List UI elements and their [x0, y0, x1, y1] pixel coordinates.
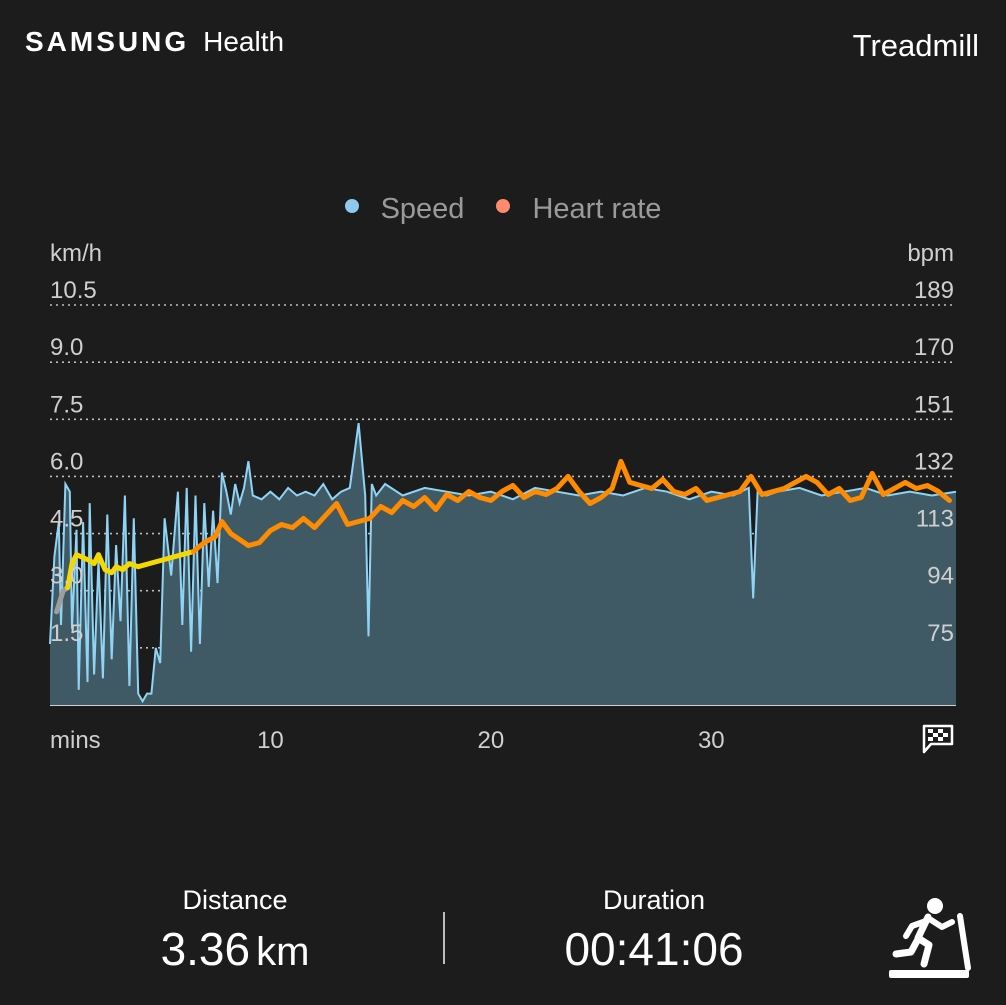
speed-area-fill: [50, 423, 956, 705]
x-tick-label: 20: [478, 727, 505, 754]
x-axis-unit: mins: [50, 727, 101, 754]
brand-samsung: SAMSUNG: [25, 26, 190, 57]
left-tick-label: 6.0: [50, 448, 83, 475]
distance-value-row: 3.36 km: [95, 922, 375, 976]
right-tick-label: 151: [914, 391, 954, 418]
x-tick-label: 30: [698, 727, 725, 754]
legend-speed: Speed: [344, 193, 465, 226]
brand-health: Health: [203, 26, 285, 57]
right-tick-label: 189: [914, 277, 954, 304]
left-tick-label: 3.0: [50, 563, 83, 590]
right-tick-label: 113: [916, 506, 954, 533]
chart-legend: Speed Heart rate: [0, 193, 1006, 226]
legend-heart-rate-label: Heart rate: [532, 193, 662, 225]
left-tick-label: 7.5: [50, 391, 83, 418]
summary-divider: [443, 912, 445, 964]
finish-flag-icon: [922, 724, 954, 754]
treadmill-icon: [889, 898, 971, 978]
duration-label: Duration: [602, 885, 706, 915]
activity-type: Treadmill: [852, 28, 979, 63]
duration-summary: Duration 00:41:06: [514, 885, 794, 976]
right-tick-label: 132: [914, 448, 954, 475]
x-tick-label: 10: [257, 727, 284, 754]
right-tick-label: 75: [927, 620, 954, 647]
duration-value: 00:41:06: [564, 923, 744, 975]
distance-unit: km: [256, 930, 310, 974]
left-tick-label: 9.0: [50, 334, 83, 361]
legend-speed-label: Speed: [380, 193, 465, 225]
distance-label: Distance: [182, 885, 288, 915]
right-axis-unit: bpm: [907, 240, 954, 267]
left-axis-unit: km/h: [50, 240, 102, 267]
speed-area: [49, 422, 957, 705]
left-tick-label: 1.5: [50, 620, 83, 647]
heart-rate-dot-icon: [496, 199, 511, 214]
distance-value: 3.36: [160, 923, 251, 975]
left-tick-label: 10.5: [50, 277, 97, 304]
app-brand: SAMSUNG Health: [25, 26, 284, 58]
distance-summary: Distance 3.36 km: [95, 885, 375, 976]
speed-dot-icon: [344, 199, 359, 214]
left-tick-label: 4.5: [50, 506, 83, 533]
right-tick-label: 94: [927, 563, 954, 590]
right-tick-label: 170: [914, 334, 954, 361]
speed-heart-rate-chart: km/h bpm 10.5 189 9.0 170 7.5 151 6.0 132 4.5 113 3.…: [49, 240, 957, 754]
legend-heart-rate: Heart rate: [496, 193, 661, 226]
